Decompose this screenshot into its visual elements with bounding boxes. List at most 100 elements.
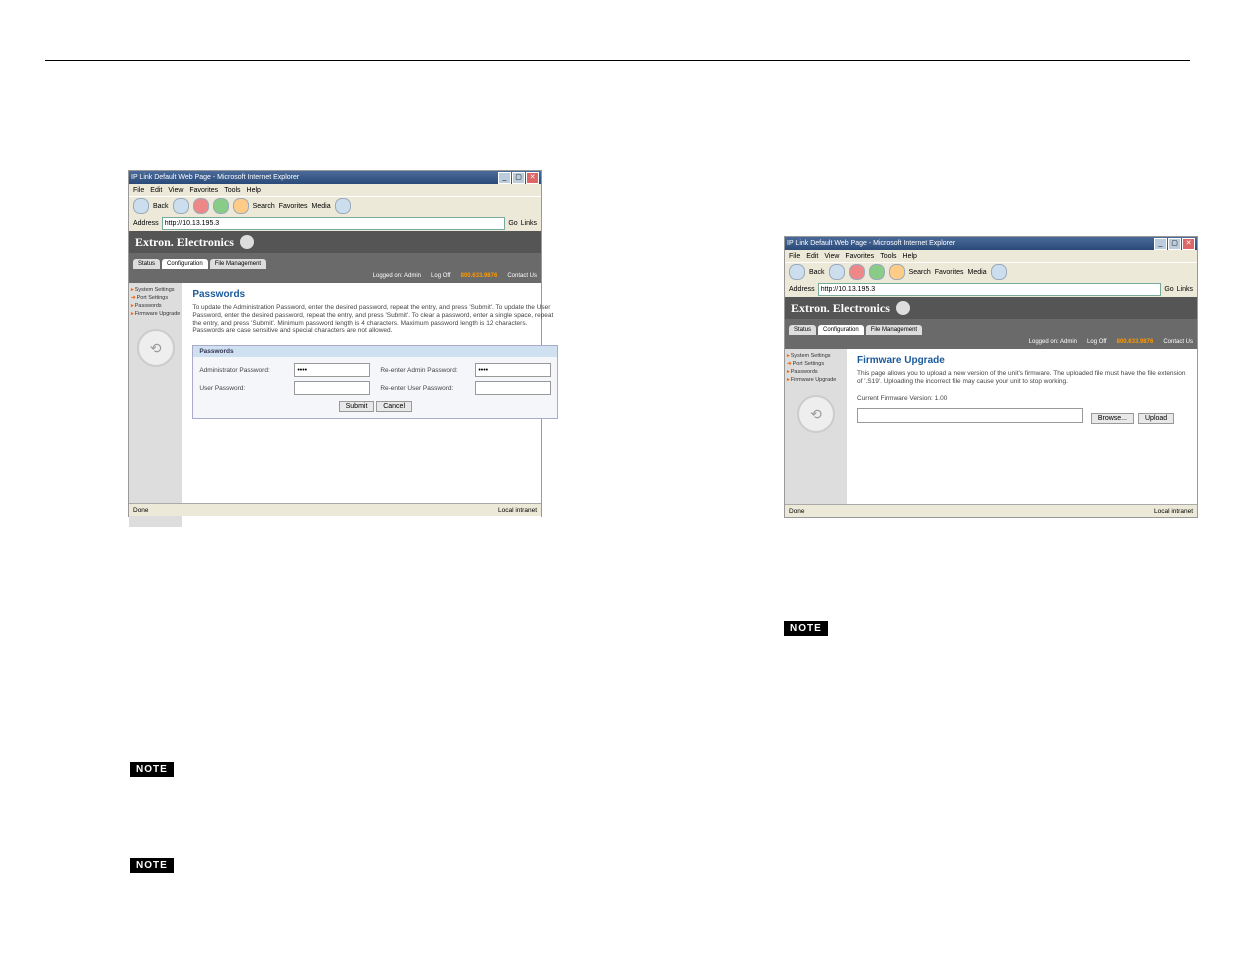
sidebar-item-firmware[interactable]: ▸Firmware Upgrade [787, 377, 845, 383]
status-bar: Done Local intranet [785, 504, 1197, 517]
back-label[interactable]: Back [153, 203, 169, 210]
sidebar-item-port[interactable]: ➔Port Settings [131, 295, 180, 301]
menu-tools[interactable]: Tools [224, 187, 240, 194]
back-icon[interactable] [133, 198, 149, 214]
menu-edit[interactable]: Edit [806, 253, 818, 260]
menu-tools[interactable]: Tools [880, 253, 896, 260]
menu-favorites[interactable]: Favorites [845, 253, 874, 260]
submit-button[interactable]: Submit [339, 401, 375, 412]
menubar: File Edit View Favorites Tools Help [785, 250, 1197, 262]
logoff-link[interactable]: Log Off [1087, 339, 1107, 345]
tab-status[interactable]: Status [789, 325, 816, 335]
main-panel-passwords: Passwords To update the Administration P… [182, 283, 568, 527]
globe-icon [896, 301, 910, 315]
media-label[interactable]: Media [968, 269, 987, 276]
search-label[interactable]: Search [909, 269, 931, 276]
tab-row: Status Configuration File Management [785, 319, 1197, 335]
browse-button[interactable]: Browse... [1091, 413, 1134, 424]
address-input[interactable] [162, 217, 506, 230]
stop-icon[interactable] [849, 264, 865, 280]
sidebar-item-port[interactable]: ➔Port Settings [787, 361, 845, 367]
user-pw-input[interactable] [294, 381, 370, 395]
stop-icon[interactable] [193, 198, 209, 214]
phone-code: 800.633.9876 [1117, 339, 1154, 345]
window-title: IP Link Default Web Page - Microsoft Int… [787, 240, 955, 247]
contact-link[interactable]: Contact Us [507, 273, 537, 279]
back-icon[interactable] [789, 264, 805, 280]
search-label[interactable]: Search [253, 203, 275, 210]
address-label: Address [133, 220, 159, 227]
menu-file[interactable]: File [789, 253, 800, 260]
brand-text: Extron. Electronics [135, 235, 234, 250]
maximize-button[interactable]: ▢ [512, 172, 525, 184]
close-button[interactable]: ✕ [526, 172, 539, 184]
history-icon[interactable] [335, 198, 351, 214]
menu-help[interactable]: Help [903, 253, 917, 260]
links-label[interactable]: Links [1177, 286, 1193, 293]
status-done: Done [133, 507, 149, 514]
user-pw-label: User Password: [199, 385, 284, 392]
brand-bar: Extron. Electronics [785, 297, 1197, 319]
close-button[interactable]: ✕ [1182, 238, 1195, 250]
tab-file-management[interactable]: File Management [210, 259, 266, 269]
reuser-pw-input[interactable] [475, 381, 551, 395]
upload-button[interactable]: Upload [1138, 413, 1174, 424]
firmware-file-input[interactable] [857, 408, 1083, 423]
menu-view[interactable]: View [168, 187, 183, 194]
minimize-button[interactable]: _ [1154, 238, 1167, 250]
minimize-button[interactable]: _ [498, 172, 511, 184]
admin-pw-label: Administrator Password: [199, 367, 284, 374]
sub-bar: Logged on: Admin Log Off 800.633.9876 Co… [129, 269, 541, 283]
forward-icon[interactable] [173, 198, 189, 214]
cancel-button[interactable]: Cancel [376, 401, 412, 412]
window-titlebar: IP Link Default Web Page - Microsoft Int… [785, 237, 1197, 250]
home-icon[interactable] [889, 264, 905, 280]
tab-status[interactable]: Status [133, 259, 160, 269]
links-label[interactable]: Links [521, 220, 537, 227]
address-bar: Address Go Links [785, 281, 1197, 297]
forward-icon[interactable] [829, 264, 845, 280]
note-badge: NOTE [130, 762, 174, 777]
menu-edit[interactable]: Edit [150, 187, 162, 194]
menubar: File Edit View Favorites Tools Help [129, 184, 541, 196]
logoff-link[interactable]: Log Off [431, 273, 451, 279]
menu-file[interactable]: File [133, 187, 144, 194]
menu-help[interactable]: Help [247, 187, 261, 194]
menu-view[interactable]: View [824, 253, 839, 260]
contact-link[interactable]: Contact Us [1163, 339, 1193, 345]
readmin-pw-input[interactable] [475, 363, 551, 377]
sidebar-item-system[interactable]: ▸System Settings [787, 353, 845, 359]
reuser-pw-label: Re-enter User Password: [380, 385, 465, 392]
back-label[interactable]: Back [809, 269, 825, 276]
sidebar-item-passwords[interactable]: ▸Passwords [787, 369, 845, 375]
tab-file-management[interactable]: File Management [866, 325, 922, 335]
address-input[interactable] [818, 283, 1162, 296]
go-button[interactable]: Go [508, 220, 517, 227]
home-icon[interactable] [233, 198, 249, 214]
go-button[interactable]: Go [1164, 286, 1173, 293]
address-bar: Address Go Links [129, 215, 541, 231]
logged-label: Logged on: [373, 273, 403, 279]
status-done: Done [789, 508, 805, 515]
menu-favorites[interactable]: Favorites [189, 187, 218, 194]
favorites-label[interactable]: Favorites [279, 203, 308, 210]
admin-pw-input[interactable] [294, 363, 370, 377]
favorites-label[interactable]: Favorites [935, 269, 964, 276]
sidebar-item-system[interactable]: ▸System Settings [131, 287, 180, 293]
sidebar: ▸System Settings ➔Port Settings ▸Passwor… [129, 283, 182, 527]
tab-configuration[interactable]: Configuration [818, 325, 864, 335]
sidebar-item-firmware[interactable]: ▸Firmware Upgrade [131, 311, 180, 317]
current-fw-version: Current Firmware Version: 1.00 [857, 395, 1187, 402]
extron-logo-icon: ⟲ [797, 395, 835, 433]
history-icon[interactable] [991, 264, 1007, 280]
window-title: IP Link Default Web Page - Microsoft Int… [131, 174, 299, 181]
maximize-button[interactable]: ▢ [1168, 238, 1181, 250]
sidebar-item-passwords[interactable]: ▸Passwords [131, 303, 180, 309]
status-zone: Local intranet [498, 507, 537, 514]
refresh-icon[interactable] [213, 198, 229, 214]
media-label[interactable]: Media [312, 203, 331, 210]
tab-configuration[interactable]: Configuration [162, 259, 208, 269]
window-titlebar: IP Link Default Web Page - Microsoft Int… [129, 171, 541, 184]
sub-bar: Logged on: Admin Log Off 800.633.9876 Co… [785, 335, 1197, 349]
refresh-icon[interactable] [869, 264, 885, 280]
